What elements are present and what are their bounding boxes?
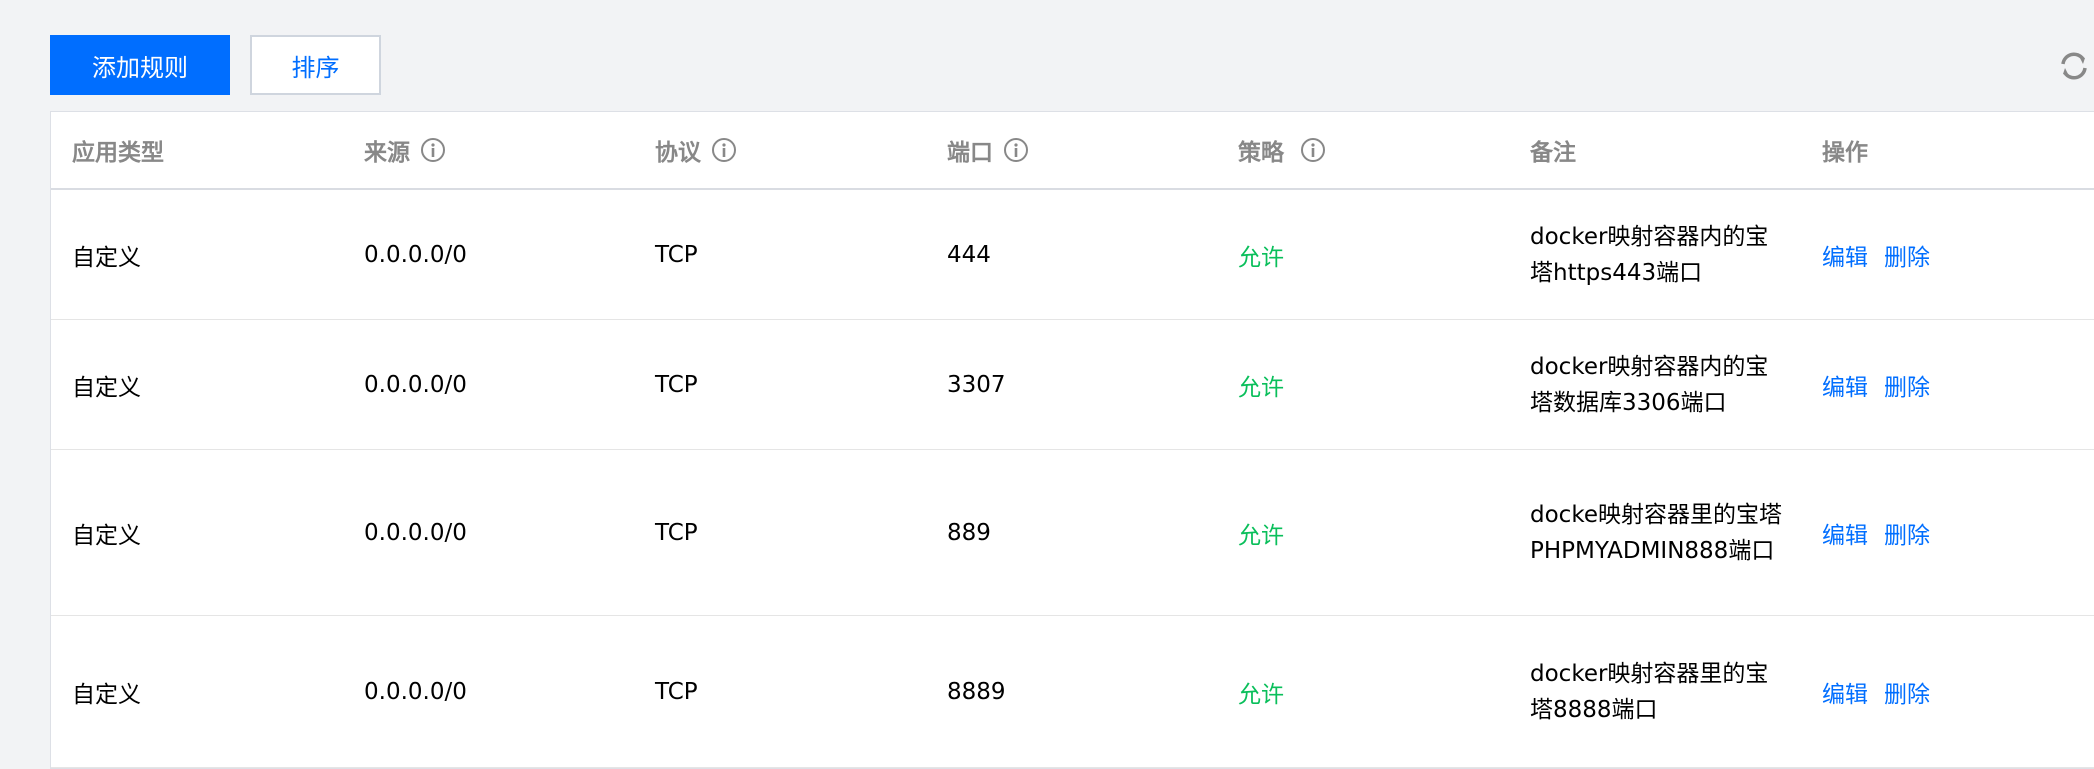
security-rules-table: 应用类型 来源 协议 端口 策略 备注 操作 自定义 0.0.0.0/0 TCP… <box>50 111 2094 769</box>
app-type-cell: 自定义 <box>72 522 141 549</box>
add-rule-button[interactable]: 添加规则 <box>50 35 230 95</box>
source-cell: 0.0.0.0/0 <box>364 241 467 268</box>
protocol-cell: TCP <box>655 678 698 705</box>
remark-cell: docker映射容器里的宝塔8888端口 <box>1530 660 1769 723</box>
remark-cell: docke映射容器里的宝塔PHPMYADMIN888端口 <box>1530 501 1782 564</box>
header-label: 操作 <box>1822 140 1868 166</box>
header-actions: 操作 <box>1801 133 2094 167</box>
policy-cell: 允许 <box>1238 244 1284 271</box>
header-remark: 备注 <box>1509 133 1801 167</box>
header-label: 备注 <box>1530 140 1576 166</box>
table-header: 应用类型 来源 协议 端口 策略 备注 操作 <box>51 112 2094 190</box>
app-type-cell: 自定义 <box>72 374 141 401</box>
source-cell: 0.0.0.0/0 <box>364 519 467 546</box>
edit-link[interactable]: 编辑 <box>1822 368 1868 402</box>
port-cell: 444 <box>947 241 991 268</box>
app-type-cell: 自定义 <box>72 244 141 271</box>
sort-button[interactable]: 排序 <box>250 35 381 95</box>
header-port: 端口 <box>926 133 1217 167</box>
header-label: 应用类型 <box>72 140 164 166</box>
policy-cell: 允许 <box>1238 522 1284 549</box>
edit-link[interactable]: 编辑 <box>1822 238 1868 272</box>
table-row: 自定义 0.0.0.0/0 TCP 444 允许 docker映射容器内的宝塔h… <box>51 190 2094 320</box>
delete-link[interactable]: 删除 <box>1884 516 1930 550</box>
info-icon[interactable] <box>420 137 446 163</box>
policy-cell: 允许 <box>1238 681 1284 708</box>
header-protocol: 协议 <box>634 133 926 167</box>
header-app-type: 应用类型 <box>51 133 343 167</box>
delete-link[interactable]: 删除 <box>1884 238 1930 272</box>
app-type-cell: 自定义 <box>72 681 141 708</box>
port-cell: 3307 <box>947 371 1006 398</box>
port-cell: 889 <box>947 519 991 546</box>
table-row: 自定义 0.0.0.0/0 TCP 8889 允许 docker映射容器里的宝塔… <box>51 616 2094 768</box>
table-row: 自定义 0.0.0.0/0 TCP 889 允许 docke映射容器里的宝塔PH… <box>51 450 2094 616</box>
remark-cell: docker映射容器内的宝塔数据库3306端口 <box>1530 353 1769 416</box>
policy-cell: 允许 <box>1238 374 1284 401</box>
delete-link[interactable]: 删除 <box>1884 675 1930 709</box>
header-source: 来源 <box>343 133 634 167</box>
refresh-icon[interactable] <box>2054 46 2094 86</box>
header-label: 协议 <box>655 140 701 166</box>
info-icon[interactable] <box>1300 137 1326 163</box>
table-row: 自定义 0.0.0.0/0 TCP 3307 允许 docker映射容器内的宝塔… <box>51 320 2094 450</box>
info-icon[interactable] <box>1003 137 1029 163</box>
header-label: 端口 <box>947 140 993 166</box>
delete-link[interactable]: 删除 <box>1884 368 1930 402</box>
source-cell: 0.0.0.0/0 <box>364 678 467 705</box>
protocol-cell: TCP <box>655 519 698 546</box>
protocol-cell: TCP <box>655 371 698 398</box>
info-icon[interactable] <box>711 137 737 163</box>
header-label: 策略 <box>1238 140 1284 166</box>
toolbar: 添加规则 排序 <box>50 35 381 95</box>
edit-link[interactable]: 编辑 <box>1822 675 1868 709</box>
source-cell: 0.0.0.0/0 <box>364 371 467 398</box>
edit-link[interactable]: 编辑 <box>1822 516 1868 550</box>
header-label: 来源 <box>364 140 410 166</box>
header-policy: 策略 <box>1217 133 1509 167</box>
port-cell: 8889 <box>947 678 1006 705</box>
remark-cell: docker映射容器内的宝塔https443端口 <box>1530 223 1769 286</box>
protocol-cell: TCP <box>655 241 698 268</box>
